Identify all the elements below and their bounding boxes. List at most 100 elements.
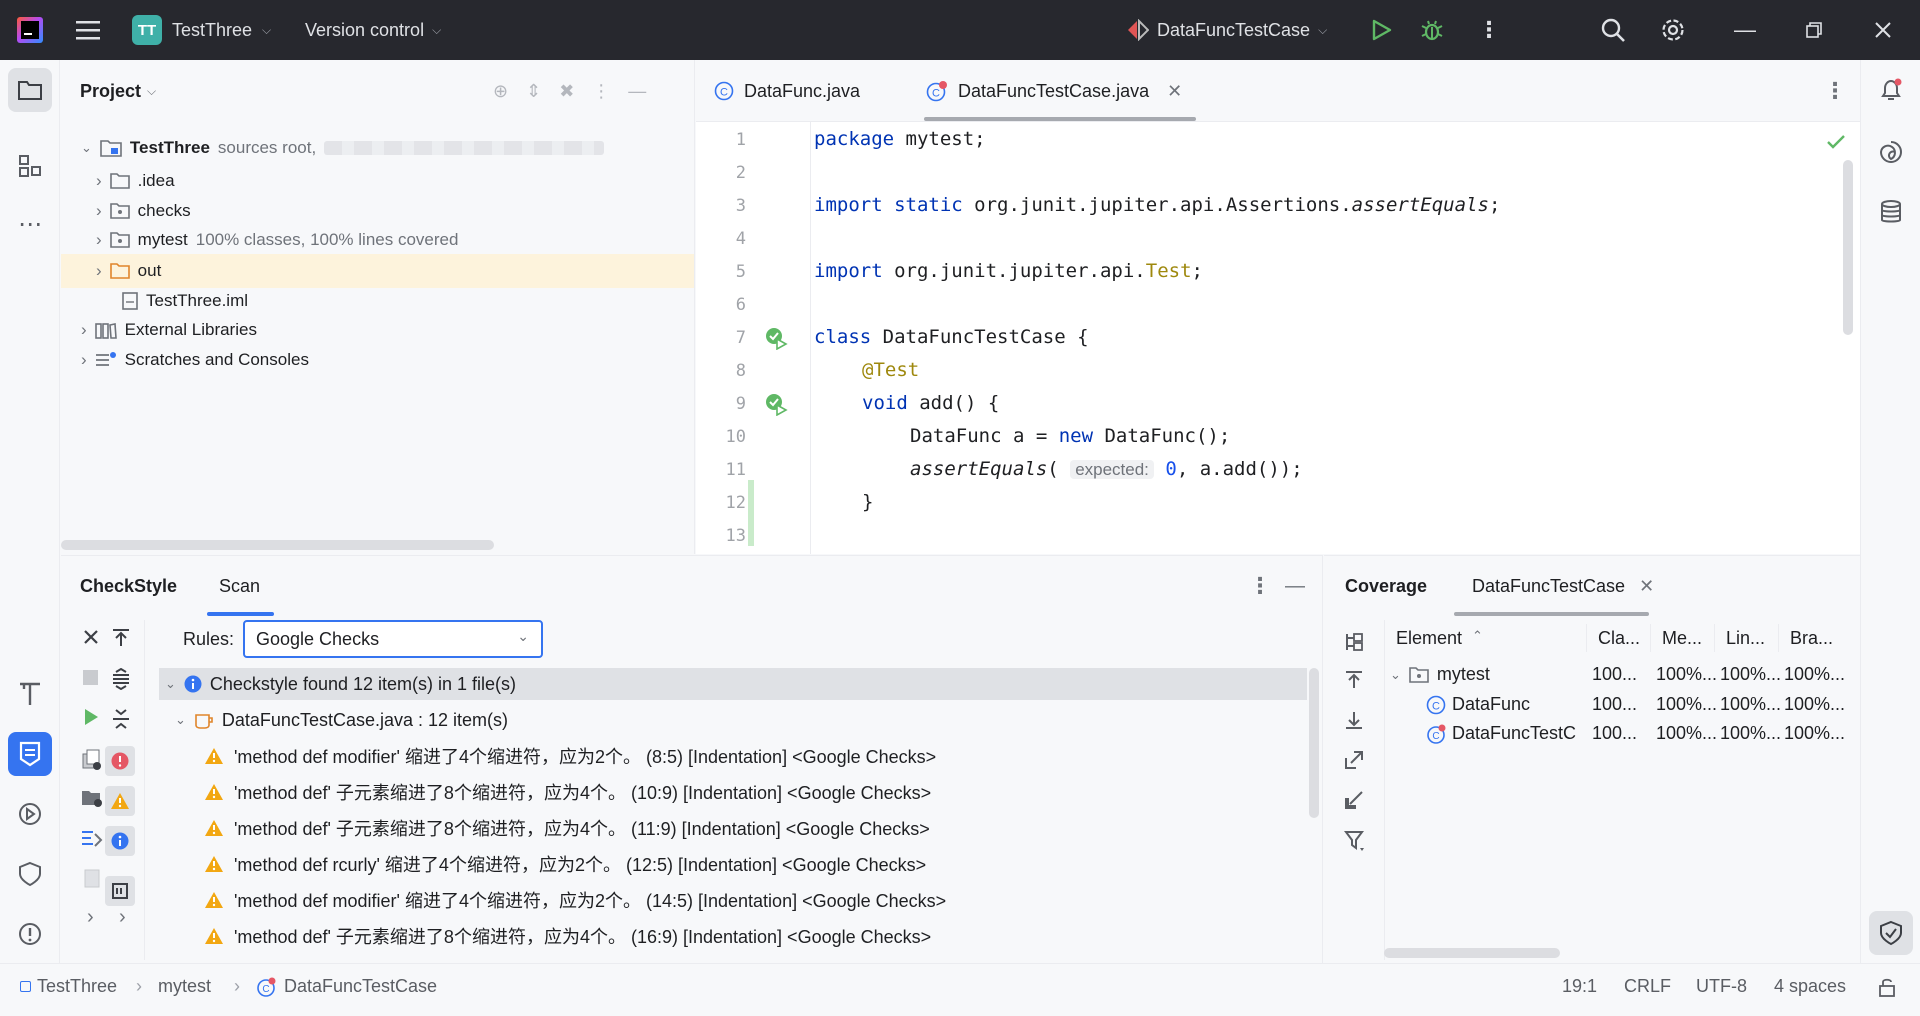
app-logo-icon[interactable] <box>17 17 43 43</box>
code-line-3[interactable]: import static org.junit.jupiter.api.Asse… <box>814 194 1500 216</box>
code-line-1[interactable]: package mytest; <box>814 128 986 150</box>
collapse-all-icon[interactable]: ✖ <box>559 81 574 102</box>
import-icon[interactable] <box>1344 790 1364 810</box>
database-button[interactable] <box>1869 190 1913 234</box>
results-file[interactable]: ⌄ DataFuncTestCase.java : 12 item(s) <box>175 702 508 738</box>
coverage-hscrollbar[interactable] <box>1384 948 1560 958</box>
clear-results-icon[interactable] <box>83 868 101 888</box>
panel-options-icon[interactable]: ⋮ <box>1249 556 1271 616</box>
hide-panel-icon[interactable]: — <box>1285 556 1305 616</box>
close-tab-icon[interactable]: ✕ <box>1167 81 1182 102</box>
coverage-tool-button[interactable] <box>8 852 52 896</box>
run-test-gutter-icon[interactable] <box>764 326 788 350</box>
filter-icon[interactable] <box>1344 830 1366 852</box>
tab-coverage[interactable]: Coverage <box>1345 556 1427 616</box>
scroll-to-source-icon[interactable] <box>111 628 131 648</box>
lock-icon[interactable] <box>1878 964 1896 1009</box>
ai-assistant-button[interactable] <box>1869 130 1913 174</box>
build-tool-button[interactable] <box>8 672 52 716</box>
warning-filter-button[interactable] <box>105 786 135 816</box>
expand-all-icon[interactable] <box>111 668 131 690</box>
results-scrollbar[interactable] <box>1309 668 1319 818</box>
tab-coverage-run[interactable]: DataFuncTestCase ✕ <box>1472 556 1654 616</box>
chevron-right-icon[interactable]: › <box>119 906 126 929</box>
tab-scan[interactable]: Scan <box>219 556 260 616</box>
tree-item-scratches[interactable]: › Scratches and Consoles <box>81 343 309 377</box>
result-item[interactable]: 'method def modifier' 缩进了4个缩进符，应为2个。 (8:… <box>204 738 936 774</box>
run-button[interactable] <box>1370 0 1392 60</box>
vertical-scrollbar[interactable] <box>1843 160 1853 335</box>
scroll-down-icon[interactable] <box>1344 710 1364 730</box>
stop-icon[interactable] <box>83 670 98 685</box>
column-method[interactable]: Me... <box>1662 628 1702 649</box>
column-element[interactable]: Element ⌃ <box>1396 628 1483 649</box>
locate-icon[interactable]: ⊕ <box>493 81 508 102</box>
hide-icon[interactable]: — <box>628 81 646 102</box>
result-item[interactable]: 'method def' 子元素缩进了8个缩进符，应为4个。 (16:9) [I… <box>204 918 931 954</box>
restore-icon[interactable] <box>1806 0 1822 60</box>
code-line-12[interactable]: } <box>862 491 873 513</box>
coverage-row[interactable]: C DataFunc <box>1426 694 1530 715</box>
coverage-row[interactable]: C DataFuncTestC <box>1426 723 1588 744</box>
breadcrumb-class[interactable]: C DataFuncTestCase <box>256 964 437 1009</box>
project-switcher[interactable]: TT TestThree ⌵ <box>132 0 271 60</box>
tree-item-idea[interactable]: › .idea <box>96 164 175 198</box>
main-menu-button[interactable] <box>76 0 100 60</box>
tree-item-out[interactable]: › out <box>96 254 161 288</box>
close-tab-icon[interactable]: ✕ <box>1639 576 1654 597</box>
result-item[interactable]: 'method def' 子元素缩进了8个缩进符，应为4个。 (10:9) [I… <box>204 774 931 810</box>
problems-tool-button[interactable] <box>8 912 52 956</box>
column-line[interactable]: Lin... <box>1726 628 1765 649</box>
more-actions-icon[interactable]: ⋮ <box>1478 0 1500 60</box>
rules-select[interactable]: Google Checks ⌄ <box>243 620 543 658</box>
debug-button[interactable] <box>1420 0 1444 60</box>
expand-all-icon[interactable]: ⇕ <box>526 81 541 102</box>
more-tools-icon[interactable]: ⋯ <box>8 202 52 246</box>
result-item[interactable]: 'method def rcurly' 缩进了4个缩进符，应为2个。 (12:5… <box>204 846 926 882</box>
breadcrumb-project[interactable]: TestThree <box>20 964 117 1009</box>
tab-datafunctestcase[interactable]: C DataFuncTestCase.java ✕ <box>926 60 1182 122</box>
collapse-all-icon[interactable] <box>111 708 131 730</box>
notifications-button[interactable] <box>1869 68 1913 112</box>
run-check-icon[interactable] <box>83 708 99 726</box>
structure-tool-button[interactable] <box>8 144 52 188</box>
results-summary[interactable]: ⌄ Checkstyle found 12 item(s) in 1 file(… <box>165 666 516 702</box>
indent-setting[interactable]: 4 spaces <box>1774 964 1846 1009</box>
code-line-9[interactable]: void add() { <box>862 392 999 414</box>
column-branch[interactable]: Bra... <box>1790 628 1833 649</box>
chevron-right-icon[interactable]: › <box>87 906 94 929</box>
error-filter-button[interactable] <box>105 746 135 776</box>
info-filter-button[interactable] <box>105 826 135 856</box>
run-config-selector[interactable]: DataFuncTestCase ⌵ <box>1125 0 1327 60</box>
search-everywhere-button[interactable] <box>1600 0 1626 60</box>
vcs-widget[interactable]: Version control ⌵ <box>305 0 441 60</box>
coverage-row[interactable]: ⌄ mytest <box>1390 664 1490 685</box>
code-line-7[interactable]: class DataFuncTestCase { <box>814 326 1089 348</box>
group-by-file-button[interactable] <box>105 876 135 906</box>
options-icon[interactable]: ⋮ <box>592 81 610 102</box>
code-line-10[interactable]: DataFunc a = new DataFunc(); <box>910 425 1230 447</box>
check-changed-icon[interactable] <box>81 828 103 848</box>
horizontal-scrollbar[interactable] <box>61 540 494 550</box>
run-test-gutter-icon[interactable] <box>764 392 788 416</box>
export-icon[interactable] <box>1344 750 1364 770</box>
check-project-icon[interactable] <box>81 788 103 808</box>
tree-item-libraries[interactable]: › External Libraries <box>81 313 257 347</box>
code-line-5[interactable]: import org.junit.jupiter.api.Test; <box>814 260 1203 282</box>
check-module-icon[interactable] <box>81 748 103 770</box>
tab-options-icon[interactable]: ⋮ <box>1824 60 1846 122</box>
tree-item-mytest[interactable]: › mytest 100% classes, 100% lines covere… <box>96 223 458 257</box>
flatten-packages-icon[interactable] <box>1344 632 1364 652</box>
tab-datafunc[interactable]: C DataFunc.java <box>714 60 860 122</box>
checkstyle-tool-button[interactable] <box>8 732 52 776</box>
tree-item-root[interactable]: ⌄ TestThree sources root, <box>81 131 605 165</box>
project-tool-button[interactable] <box>8 68 52 112</box>
breadcrumb-package[interactable]: mytest <box>158 964 211 1009</box>
settings-button[interactable] <box>1660 0 1686 60</box>
result-item[interactable]: 'method def' 子元素缩进了8个缩进符，应为4个。 (11:9) [I… <box>204 810 930 846</box>
code-line-11[interactable]: assertEquals( expected: 0, a.add()); <box>910 458 1303 480</box>
line-separator[interactable]: CRLF <box>1624 964 1671 1009</box>
tab-checkstyle[interactable]: CheckStyle <box>80 556 177 616</box>
minimize-icon[interactable]: — <box>1734 0 1756 60</box>
scroll-up-icon[interactable] <box>1344 670 1364 690</box>
